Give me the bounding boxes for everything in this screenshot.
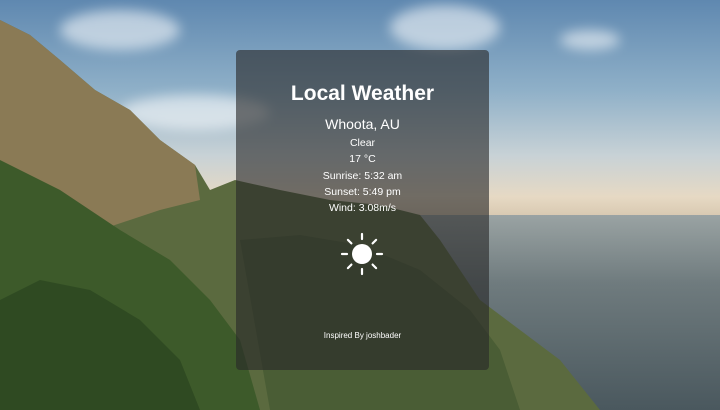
wind-label: Wind: 3.08m/s [328,202,397,214]
page-title: Local Weather [290,82,435,105]
sunset-label: Sunset: 5:49 pm [324,186,401,198]
location-label: Whoota, AU [325,116,400,132]
temperature-label[interactable]: 17 °C [236,153,489,165]
condition-label: Clear [349,137,376,149]
sun-icon [340,232,384,276]
footer-credit[interactable]: Inspired By joshbader [236,331,489,340]
sunrise-label: Sunrise: 5:32 am [322,170,403,182]
